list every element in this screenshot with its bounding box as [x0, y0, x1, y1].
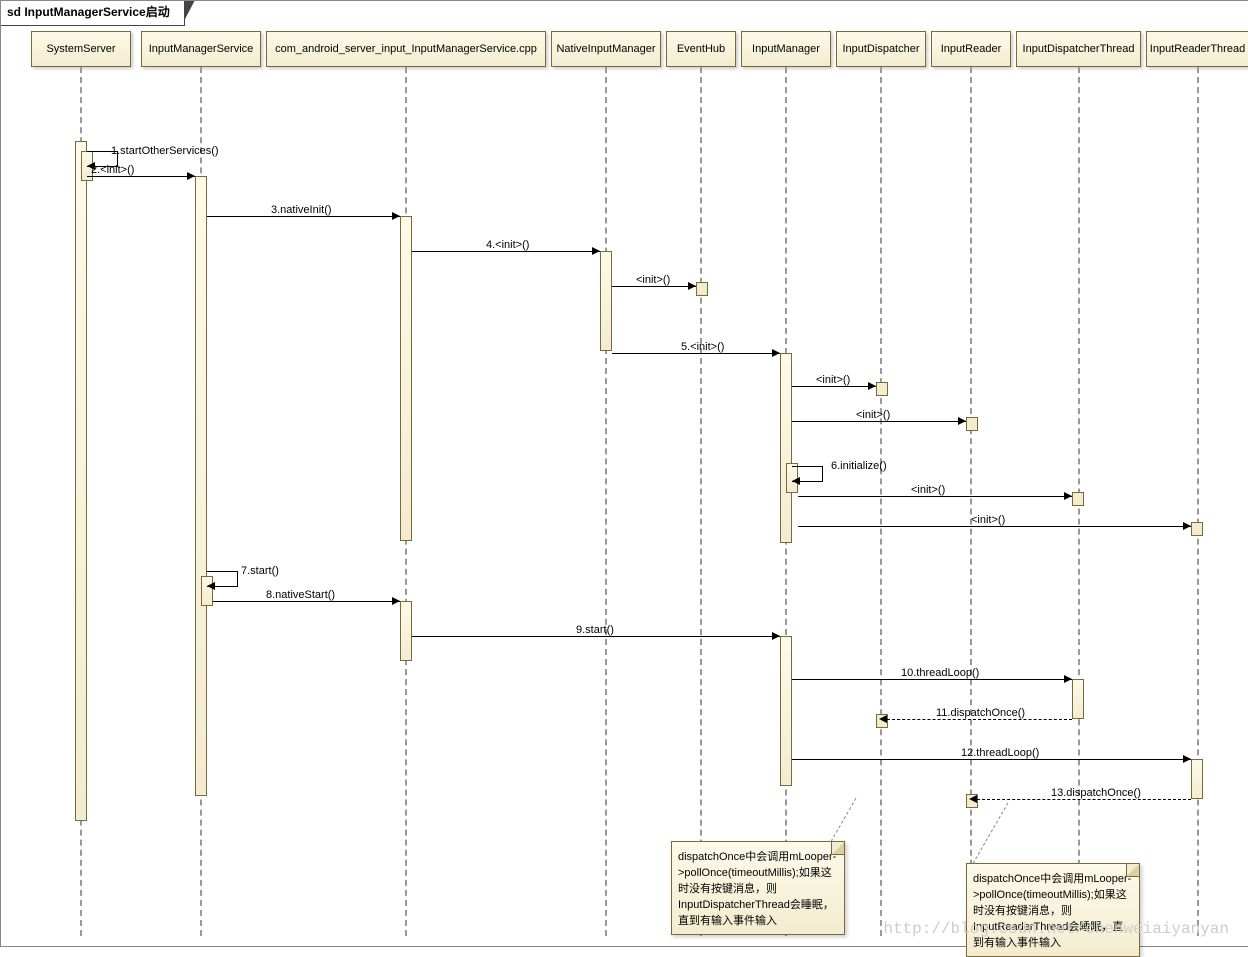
sequence-diagram-frame: sd InputManagerService启动 SystemServer Inp… — [0, 0, 1248, 947]
arrow-head-10 — [1064, 675, 1072, 683]
msg-2: 2.<init>() — [91, 164, 134, 178]
msg-11: 11.dispatchOnce() — [936, 707, 1025, 721]
arrow-head-5 — [772, 349, 780, 357]
participant-p2: com_android_server_input_InputManagerSer… — [266, 31, 546, 67]
arrow-head-6c — [1183, 522, 1191, 530]
frame-title: sd InputManagerService启动 — [1, 1, 185, 26]
arrow-head-6 — [792, 477, 800, 485]
msg-10: 10.threadLoop() — [901, 667, 979, 681]
participant-p0: SystemServer — [31, 31, 131, 67]
lifeline-p3 — [605, 67, 607, 936]
msg-1: 1.startOtherServices() — [111, 145, 219, 159]
act-idt-init — [1072, 492, 1084, 506]
participant-p1: InputManagerService — [141, 31, 261, 67]
activation-systemserver — [75, 141, 87, 821]
act-irt-init — [1191, 522, 1203, 536]
act-dispatcher-init — [876, 382, 888, 396]
arrow-head-4 — [592, 247, 600, 255]
msg-13: 13.dispatchOnce() — [1051, 787, 1141, 801]
note-line-2 — [973, 803, 1009, 864]
msg-8: 8.nativeStart() — [266, 589, 335, 603]
msg-5: 5.<init>() — [681, 341, 724, 355]
arrow-head-3 — [392, 212, 400, 220]
participant-p6: InputDispatcher — [836, 31, 926, 67]
activation-cpp-1 — [400, 216, 412, 541]
participant-p4: EventHub — [666, 31, 736, 67]
msg-12: 12.threadLoop() — [961, 747, 1039, 761]
activation-cpp-2 — [400, 601, 412, 661]
arrow-head-2 — [187, 172, 195, 180]
participant-p5: InputManager — [741, 31, 831, 67]
msg-6c: <init>() — [971, 514, 1005, 528]
msg-7: 7.start() — [241, 565, 279, 579]
lifeline-p6 — [880, 67, 882, 936]
arrow-head-12 — [1183, 755, 1191, 763]
msg-4: 4.<init>() — [486, 239, 529, 253]
note-2: dispatchOnce中会调用mLooper->pollOnce(timeou… — [966, 863, 1140, 957]
msg-5b: <init>() — [816, 374, 850, 388]
msg-6b: <init>() — [911, 484, 945, 498]
msg-3: 3.nativeInit() — [271, 204, 332, 218]
msg-9: 9.start() — [576, 624, 614, 638]
participant-p7: InputReader — [931, 31, 1011, 67]
activation-nim — [600, 251, 612, 351]
participant-p9: InputReaderThread — [1146, 31, 1248, 67]
arrow-head-11 — [879, 715, 887, 723]
activation-inputmanager-1 — [780, 353, 792, 543]
act-reader-init — [966, 417, 978, 431]
note-1: dispatchOnce中会调用mLooper->pollOnce(timeou… — [671, 841, 845, 935]
participant-p3: NativeInputManager — [551, 31, 661, 67]
participant-p8: InputDispatcherThread — [1016, 31, 1141, 67]
activation-inputmanager-2 — [780, 636, 792, 786]
arrow-head-8 — [392, 597, 400, 605]
arrow-head-5c — [958, 417, 966, 425]
watermark: http://blog.csdn.net/chenweiaiyanyan — [883, 920, 1229, 938]
arrow-head-9 — [772, 632, 780, 640]
lifeline-p4 — [700, 67, 702, 936]
arrow-head-5b — [868, 382, 876, 390]
arrow-head-6b — [1064, 492, 1072, 500]
arrow-head-7 — [207, 582, 215, 590]
activation-irt — [1191, 759, 1203, 799]
note-line-1 — [831, 798, 857, 842]
msg-5c: <init>() — [856, 409, 890, 423]
activation-idt — [1072, 679, 1084, 719]
lifeline-p9 — [1197, 67, 1199, 936]
activation-ims — [195, 176, 207, 796]
act-eventhub-init — [696, 282, 708, 296]
msg-6: 6.initialize() — [831, 460, 887, 474]
arrow-head-4b — [688, 282, 696, 290]
msg-4b: <init>() — [636, 274, 670, 288]
arrow-head-13 — [969, 795, 977, 803]
